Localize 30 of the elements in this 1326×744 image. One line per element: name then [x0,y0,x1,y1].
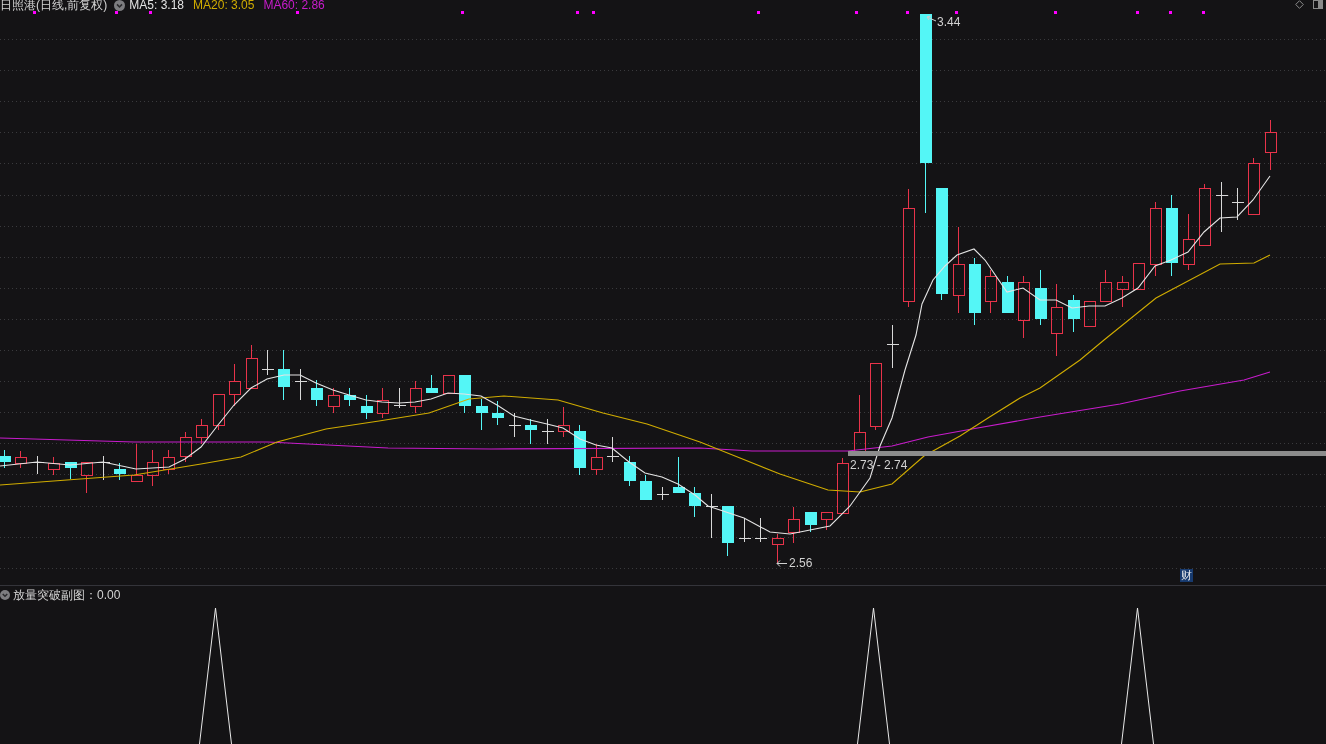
signal-marker-icon [1054,11,1057,14]
chart-title: 日照港(日线,前复权) [0,0,108,11]
indicator-title: 放量突破副图：0.00 [13,588,121,602]
panel-icon[interactable] [1313,0,1323,9]
signal-marker-icon [149,11,152,14]
signal-marker-icon [592,11,595,14]
signal-marker-icon [33,11,36,14]
leader-arrow [776,560,788,567]
signal-marker-icon [855,11,858,14]
diamond-icon[interactable] [1295,0,1304,9]
signal-marker-icon [757,11,760,14]
chevron-disc-icon[interactable] [114,0,126,11]
price-range-label: 2.73 - 2.74 [850,459,908,472]
low-price-label: 2.56 [789,557,813,570]
signal-marker-icon [576,11,579,14]
indicator-value: MA60: 2.86 [263,0,325,11]
indicator-value: MA20: 3.05 [193,0,255,11]
signal-marker-icon [1136,11,1139,14]
chevron-disc-icon[interactable] [0,590,10,600]
signal-marker-icon [955,11,958,14]
finance-badge[interactable]: 财 [1180,569,1193,582]
signal-marker-icon [296,11,299,14]
signal-marker-icon [906,11,909,14]
indicator-value: MA5: 3.18 [129,0,185,11]
high-price-label: 3.44 [937,16,961,29]
signal-marker-icon [461,11,464,14]
leader-arrow [926,15,937,22]
signal-marker-icon [1169,11,1172,14]
signal-marker-icon [1202,11,1205,14]
signal-marker-icon [115,11,118,14]
